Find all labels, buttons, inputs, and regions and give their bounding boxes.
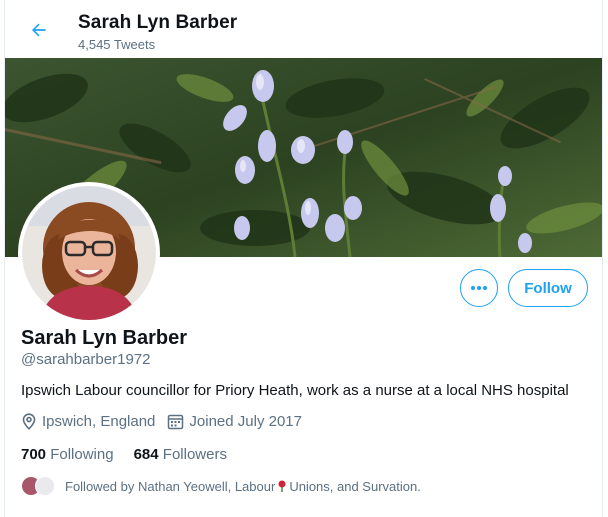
join-date-text: Joined July 2017 [189, 413, 302, 430]
profile-avatar[interactable] [18, 182, 160, 324]
location-pin-icon [22, 413, 36, 430]
more-dots-icon [471, 286, 487, 290]
followers-label: Followers [162, 446, 227, 463]
profile-meta: Ipswich, England Joined July 2017 [21, 413, 314, 430]
location-text: Ipswich, England [42, 413, 156, 430]
follow-stats: 700 Following 684 Followers [21, 446, 247, 463]
profile-name: Sarah Lyn Barber [21, 327, 187, 349]
header-title: Sarah Lyn Barber [78, 12, 238, 33]
profile-bio: Ipswich Labour councillor for Priory Hea… [21, 382, 569, 399]
red-rose-icon [278, 480, 286, 492]
tweet-count: 4,545 Tweets [78, 37, 156, 52]
profile-handle: @sarahbarber1972 [21, 351, 151, 368]
avatar-image [22, 186, 156, 320]
calendar-icon [168, 414, 184, 430]
back-button[interactable] [23, 14, 55, 46]
follower-avatar-2 [35, 476, 55, 496]
following-label: Following [50, 446, 114, 463]
join-date: Joined July 2017 [167, 413, 302, 430]
following-link[interactable]: 700 Following [21, 446, 114, 463]
followers-count: 684 [133, 446, 159, 463]
followers-link[interactable]: 684 Followers [134, 446, 227, 463]
arrow-left-icon [32, 23, 46, 37]
followed-by[interactable]: Followed by Nathan Yeowell, Labour Union… [21, 476, 421, 496]
location: Ipswich, England [21, 413, 155, 430]
follow-button[interactable]: Follow [508, 269, 588, 307]
followed-by-suffix: Unions, and Survation. [289, 478, 421, 494]
more-options-button[interactable] [460, 269, 498, 307]
right-border [602, 0, 603, 517]
followed-by-prefix: Followed by Nathan Yeowell, Labour [65, 478, 276, 494]
profile-header: Sarah Lyn Barber 4,545 Tweets [5, 0, 602, 58]
following-count: 700 [21, 446, 47, 463]
